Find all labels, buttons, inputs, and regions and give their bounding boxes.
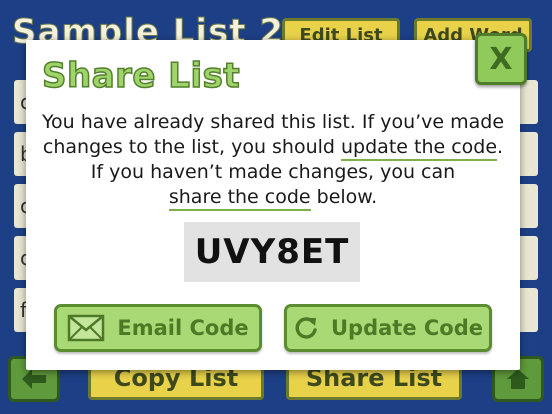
message-text: below. bbox=[310, 186, 378, 208]
share-list-dialog: Share List You have already shared this … bbox=[26, 40, 520, 370]
message-line-4: share the code below. bbox=[26, 185, 520, 211]
message-text: changes to the list, you should bbox=[42, 136, 342, 158]
update-code-label: Update Code bbox=[331, 316, 483, 340]
message-line-2: changes to the list, you should update t… bbox=[26, 135, 520, 161]
envelope-icon bbox=[68, 314, 105, 342]
refresh-icon bbox=[295, 317, 317, 339]
close-button[interactable]: X bbox=[475, 33, 527, 85]
email-code-label: Email Code bbox=[117, 316, 249, 340]
share-code: UVY8ET bbox=[184, 222, 360, 282]
dialog-title: Share List bbox=[41, 55, 241, 97]
home-icon bbox=[507, 369, 529, 389]
email-code-button[interactable]: Email Code bbox=[54, 304, 262, 352]
share-message: You have already shared this list. If yo… bbox=[26, 110, 520, 211]
update-code-button[interactable]: Update Code bbox=[284, 304, 492, 352]
share-code-link[interactable]: share the code bbox=[168, 186, 311, 211]
update-code-link[interactable]: update the code bbox=[341, 136, 498, 161]
message-line-1: You have already shared this list. If yo… bbox=[41, 111, 505, 133]
close-icon: X bbox=[489, 41, 513, 77]
message-text: . bbox=[497, 136, 504, 158]
message-line-3: If you haven’t made changes, you can bbox=[90, 161, 456, 183]
back-arrow-icon bbox=[22, 369, 46, 389]
